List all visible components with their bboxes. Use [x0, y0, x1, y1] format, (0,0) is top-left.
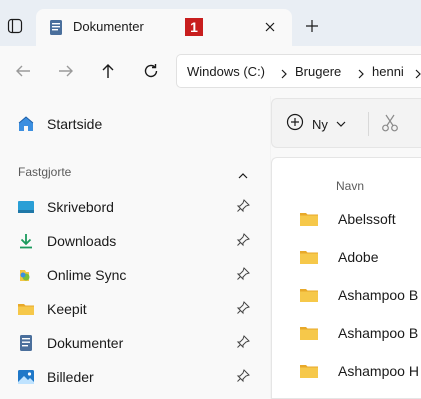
documents-icon [49, 19, 63, 41]
list-item[interactable]: Ashampoo B [272, 315, 421, 351]
sidebar-item-label: Dokumenter [47, 335, 124, 351]
back-icon[interactable] [12, 60, 34, 82]
toolbar-divider [368, 112, 369, 136]
folder-icon [300, 288, 318, 307]
tab-dokumenter[interactable]: Dokumenter 1 [36, 9, 292, 46]
folder-icon [300, 364, 318, 383]
chevron-right-icon[interactable] [414, 66, 421, 84]
chevron-right-icon[interactable] [357, 66, 365, 84]
chevron-right-icon[interactable] [280, 66, 288, 84]
navigation-pane: Startside Fastgjorte Skrivebord Download… [0, 96, 270, 399]
pictures-icon [17, 368, 35, 386]
documents-icon [17, 334, 35, 352]
sidebar-item-label: Downloads [47, 233, 117, 249]
file-name: Ashampoo B [338, 325, 419, 341]
tab-title: Dokumenter [73, 19, 144, 34]
folder-icon [300, 326, 318, 345]
sidebar-item-onlime-sync[interactable]: Onlime Sync [0, 260, 270, 290]
chevron-down-icon [336, 115, 346, 133]
sidebar-item-label: Keepit [47, 301, 87, 317]
file-list: Navn Abelssoft Adobe Ashampoo B Ashampoo… [271, 157, 421, 399]
pin-icon[interactable] [236, 233, 250, 247]
plus-circle-icon [286, 113, 304, 136]
file-name: Ashampoo H [338, 363, 419, 379]
sidebar-item-label: Startside [47, 116, 103, 132]
tab-overview-icon[interactable] [6, 17, 24, 35]
list-item[interactable]: Ashampoo H [272, 353, 421, 389]
pin-icon[interactable] [236, 335, 250, 349]
list-item[interactable]: Adobe [272, 239, 421, 275]
forward-icon[interactable] [55, 60, 77, 82]
sidebar-item-label: Billeder [47, 369, 94, 385]
sidebar-item-billeder[interactable]: Billeder [0, 362, 270, 392]
folder-icon [17, 300, 35, 318]
sync-folder-icon [17, 266, 35, 284]
tab-badge: 1 [185, 18, 203, 36]
file-name: Ashampoo B [338, 287, 419, 303]
sidebar-item-skrivebord[interactable]: Skrivebord [0, 192, 270, 222]
navigation-bar: Windows (C:) Brugere henni [0, 46, 421, 96]
up-icon[interactable] [97, 60, 119, 82]
file-name: Adobe [338, 249, 379, 265]
close-icon[interactable] [260, 17, 280, 37]
download-icon [17, 232, 35, 250]
sidebar-item-dokumenter[interactable]: Dokumenter [0, 328, 270, 358]
new-tab-button[interactable] [302, 16, 322, 36]
pin-icon[interactable] [236, 267, 250, 281]
chevron-up-icon[interactable] [238, 167, 248, 185]
sidebar-item-label: Onlime Sync [47, 267, 127, 283]
pin-icon[interactable] [236, 301, 250, 315]
new-button-label: Ny [312, 116, 328, 132]
command-bar: Ny [271, 98, 421, 148]
folder-icon [300, 250, 318, 269]
home-icon [17, 115, 35, 133]
desktop-icon [17, 198, 35, 216]
column-header-name[interactable]: Navn [336, 179, 364, 193]
refresh-icon[interactable] [140, 60, 162, 82]
cut-icon[interactable] [380, 113, 400, 138]
sidebar-item-downloads[interactable]: Downloads [0, 226, 270, 256]
breadcrumb-drive[interactable]: Windows (C:) [187, 64, 265, 79]
address-bar[interactable]: Windows (C:) Brugere henni [176, 54, 421, 88]
list-item[interactable]: Abelssoft [272, 201, 421, 237]
sidebar-item-label: Skrivebord [47, 199, 114, 215]
file-name: Abelssoft [338, 211, 396, 227]
sidebar-item-home[interactable]: Startside [0, 109, 270, 139]
breadcrumb-user[interactable]: henni [372, 64, 404, 79]
pin-icon[interactable] [236, 369, 250, 383]
pin-icon[interactable] [236, 199, 250, 213]
pinned-section-title: Fastgjorte [18, 165, 72, 179]
folder-icon [300, 212, 318, 231]
breadcrumb-users[interactable]: Brugere [295, 64, 341, 79]
sidebar-item-keepit[interactable]: Keepit [0, 294, 270, 324]
new-button[interactable]: Ny [286, 113, 346, 135]
list-item[interactable]: Ashampoo B [272, 277, 421, 313]
title-bar: Dokumenter 1 [0, 0, 421, 46]
